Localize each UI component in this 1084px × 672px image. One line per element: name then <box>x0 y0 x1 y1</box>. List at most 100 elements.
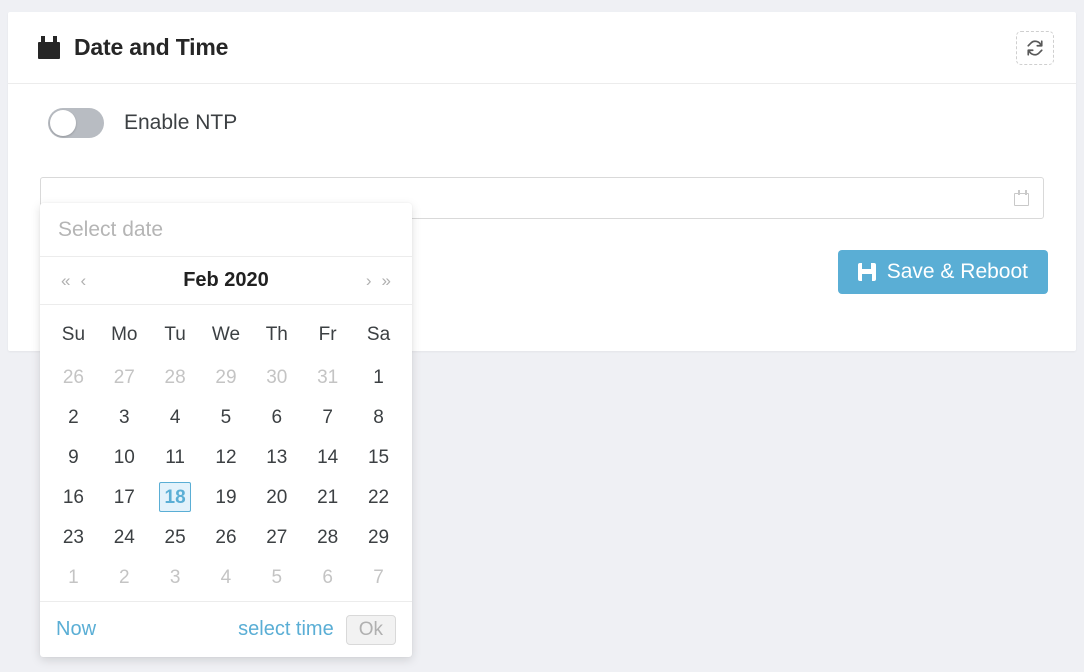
calendar-day-cell[interactable]: 20 <box>251 477 302 517</box>
calendar-day-cell[interactable]: 25 <box>150 517 201 557</box>
calendar-day-label: 14 <box>317 447 339 468</box>
calendar-weekday-header: Su Mo Tu We Th Fr Sa <box>48 313 404 357</box>
calendar-day-label: 26 <box>215 527 237 548</box>
calendar-day-cell-selected[interactable]: 18 <box>150 477 201 517</box>
footer-right-group: select time Ok <box>238 614 396 645</box>
calendar-day-label: 17 <box>113 487 135 508</box>
calendar-day-cell[interactable]: 26 <box>201 517 252 557</box>
next-year-button[interactable]: » <box>377 272 396 289</box>
calendar-day-cell[interactable]: 4 <box>150 397 201 437</box>
calendar-day-cell[interactable]: 28 <box>150 357 201 397</box>
prev-year-button[interactable]: « <box>56 272 75 289</box>
calendar-day-cell[interactable]: 14 <box>302 437 353 477</box>
weekday-mo: Mo <box>111 324 138 345</box>
calendar-day-cell[interactable]: 30 <box>251 357 302 397</box>
calendar-day-cell[interactable]: 2 <box>48 397 99 437</box>
calendar-day-label: 3 <box>118 407 130 428</box>
calendar-day-cell[interactable]: 6 <box>302 557 353 597</box>
calendar-day-cell[interactable]: 5 <box>201 397 252 437</box>
save-reboot-label: Save & Reboot <box>886 260 1028 283</box>
calendar-day-cell[interactable]: 26 <box>48 357 99 397</box>
weekday-tu: Tu <box>164 324 186 345</box>
calendar-day-cell[interactable]: 1 <box>48 557 99 597</box>
ok-button[interactable]: Ok <box>345 614 396 645</box>
prev-month-button[interactable]: ‹ <box>75 272 91 289</box>
calendar-day-label: 22 <box>367 487 390 508</box>
calendar-week-row: 9 10 11 12 13 14 15 <box>48 437 404 477</box>
calendar-day-label: 21 <box>317 487 339 508</box>
calendar-day-cell[interactable]: 22 <box>353 477 404 517</box>
weekday-row: Su Mo Tu We Th Fr Sa <box>48 313 404 357</box>
calendar-icon <box>1014 189 1031 207</box>
calendar-day-cell[interactable]: 2 <box>99 557 150 597</box>
calendar-day-cell[interactable]: 11 <box>150 437 201 477</box>
calendar-day-cell[interactable]: 17 <box>99 477 150 517</box>
calendar-day-label: 27 <box>113 367 135 388</box>
enable-ntp-toggle[interactable] <box>48 108 104 138</box>
calendar-day-label: 16 <box>62 487 84 508</box>
refresh-icon <box>1027 39 1043 56</box>
calendar-day-cell[interactable]: 5 <box>251 557 302 597</box>
calendar-day-cell[interactable]: 8 <box>353 397 404 437</box>
calendar-day-label: 28 <box>164 367 186 388</box>
calendar-day-cell[interactable]: 12 <box>201 437 252 477</box>
calendar-icon <box>38 36 60 59</box>
calendar-day-label: 29 <box>367 527 390 548</box>
calendar-day-cell[interactable]: 3 <box>150 557 201 597</box>
date-picker-input-placeholder: Select date <box>58 217 164 241</box>
calendar-day-cell[interactable]: 10 <box>99 437 150 477</box>
page-title: Date and Time <box>38 34 228 61</box>
date-picker-header: « ‹ Feb 2020 › » <box>40 257 412 305</box>
calendar-day-cell[interactable]: 15 <box>353 437 404 477</box>
calendar-day-cell[interactable]: 4 <box>201 557 252 597</box>
calendar-day-label: 4 <box>220 567 232 588</box>
calendar-day-cell[interactable]: 19 <box>201 477 252 517</box>
calendar-day-cell[interactable]: 31 <box>302 357 353 397</box>
calendar-day-label: 20 <box>266 487 288 508</box>
card-header: Date and Time <box>8 12 1076 84</box>
calendar-day-cell[interactable]: 9 <box>48 437 99 477</box>
calendar-day-cell[interactable]: 24 <box>99 517 150 557</box>
calendar-day-cell[interactable]: 27 <box>251 517 302 557</box>
calendar-day-cell[interactable]: 23 <box>48 517 99 557</box>
calendar-day-label: 28 <box>317 527 339 548</box>
next-month-button[interactable]: › <box>361 272 377 289</box>
calendar-day-cell[interactable]: 13 <box>251 437 302 477</box>
calendar-day-label: 5 <box>271 567 283 588</box>
select-time-link[interactable]: select time <box>238 618 334 641</box>
calendar-day-cell[interactable]: 7 <box>353 557 404 597</box>
calendar-day-label: 31 <box>317 367 339 388</box>
calendar-week-row: 16 17 18 19 20 21 22 <box>48 477 404 517</box>
floppy-save-icon <box>857 263 876 281</box>
calendar-day-label: 27 <box>266 527 288 548</box>
calendar-day-label: 7 <box>322 407 333 428</box>
calendar-day-cell[interactable]: 21 <box>302 477 353 517</box>
calendar-day-cell[interactable]: 16 <box>48 477 99 517</box>
save-reboot-button[interactable]: Save & Reboot <box>837 250 1048 294</box>
calendar-day-label: 11 <box>165 447 185 468</box>
calendar-day-label: 10 <box>113 447 135 468</box>
refresh-button[interactable] <box>1016 30 1054 65</box>
calendar-day-label: 23 <box>62 527 84 548</box>
enable-ntp-label: Enable NTP <box>124 111 238 134</box>
calendar-week-row: 1 2 3 4 5 6 7 <box>48 557 404 597</box>
date-picker-input-row[interactable]: Select date <box>40 203 412 257</box>
calendar-day-label: 18 <box>159 482 192 512</box>
calendar-day-label: 29 <box>215 367 237 388</box>
calendar-day-cell[interactable]: 28 <box>302 517 353 557</box>
calendar-week-row: 26 27 28 29 30 31 1 <box>48 357 404 397</box>
date-picker-title: Feb 2020 <box>183 269 269 291</box>
calendar-day-label: 13 <box>266 447 288 468</box>
calendar-day-label: 2 <box>118 567 130 588</box>
calendar-day-label: 4 <box>169 407 181 428</box>
weekday-th: Th <box>265 324 288 345</box>
calendar-day-cell[interactable]: 29 <box>353 517 404 557</box>
calendar-day-cell[interactable]: 6 <box>251 397 302 437</box>
calendar-day-cell[interactable]: 1 <box>353 357 404 397</box>
calendar-day-cell[interactable]: 29 <box>201 357 252 397</box>
calendar-day-cell[interactable]: 3 <box>99 397 150 437</box>
calendar-day-cell[interactable]: 27 <box>99 357 150 397</box>
calendar-day-cell[interactable]: 7 <box>302 397 353 437</box>
now-link[interactable]: Now <box>56 618 96 641</box>
weekday-su: Su <box>61 324 86 345</box>
